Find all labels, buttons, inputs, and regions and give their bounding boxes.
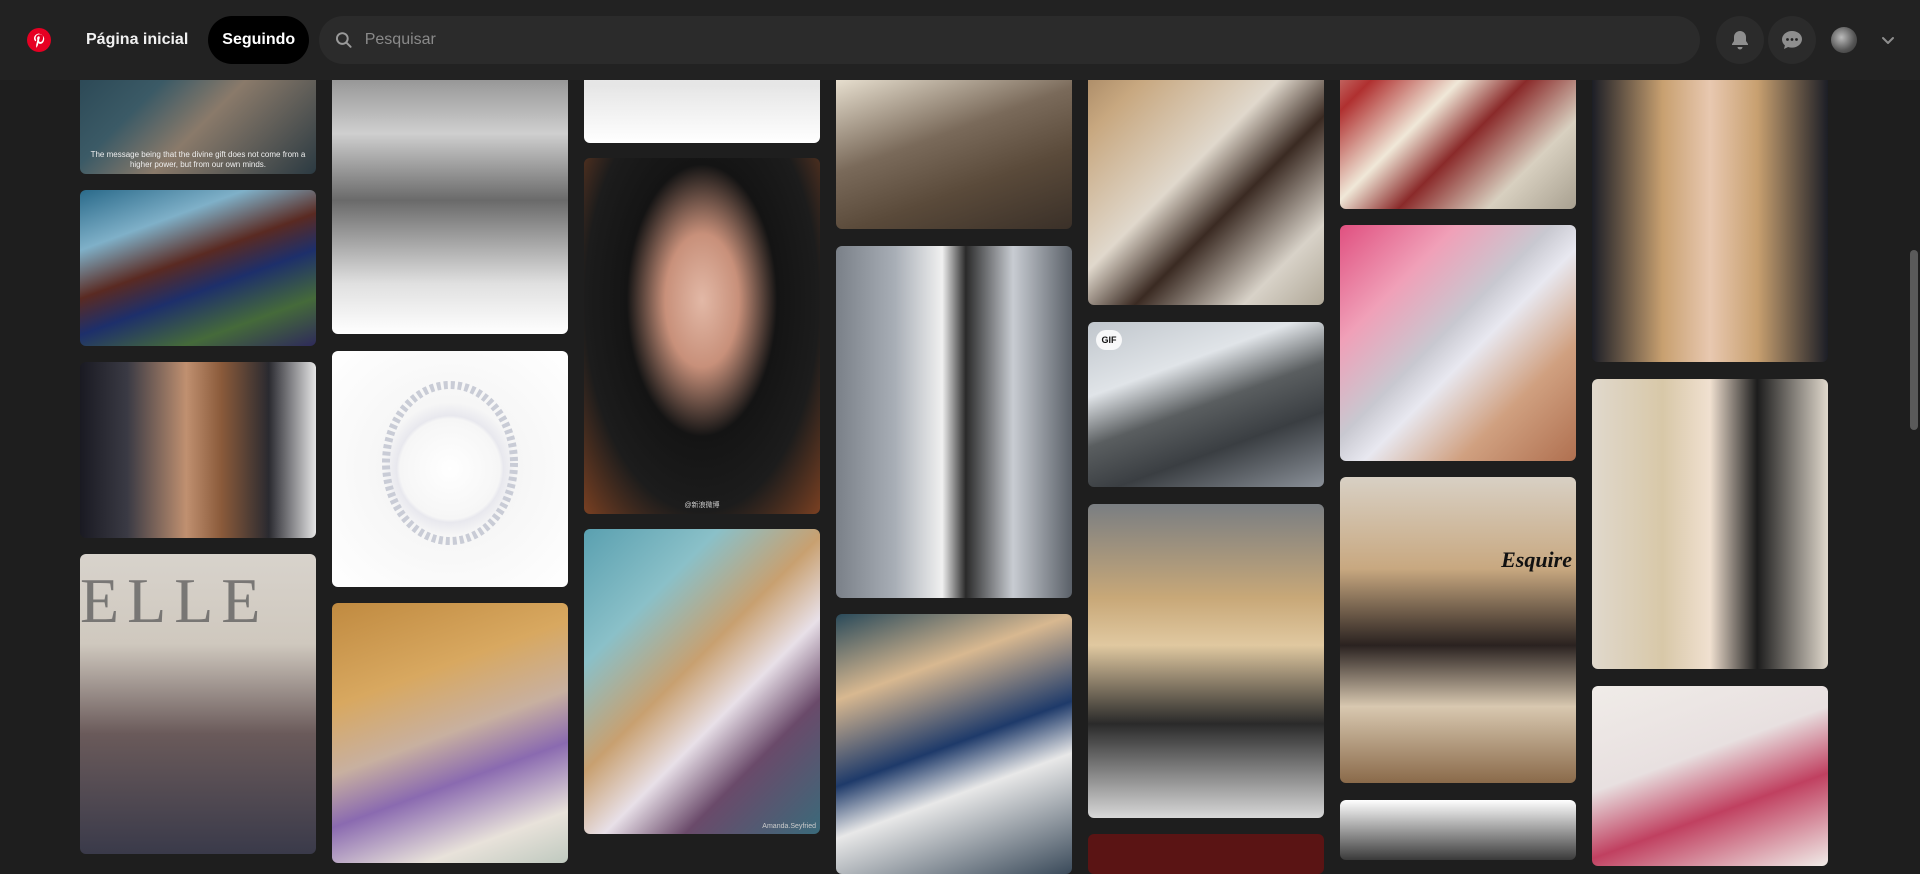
pin-card[interactable]: [1088, 504, 1324, 818]
top-navigation-bar: Página inicial Seguindo: [0, 0, 1920, 80]
pin-card[interactable]: Amanda.Seyfried: [584, 529, 820, 834]
chat-icon: [1782, 31, 1802, 49]
bell-icon: [1732, 31, 1748, 50]
esquire-logo-text: Esquire: [1501, 547, 1572, 572]
pin-card[interactable]: [80, 362, 316, 538]
pin-card[interactable]: [1088, 834, 1324, 874]
pin-watermark: Amanda.Seyfried: [762, 823, 816, 830]
pin-card[interactable]: [80, 190, 316, 346]
profile-button[interactable]: [1820, 16, 1868, 64]
pin-grid: The message being that the divine gift d…: [0, 0, 1920, 874]
pin-card[interactable]: [1340, 800, 1576, 860]
scrollbar-thumb[interactable]: [1910, 250, 1918, 430]
pinterest-logo-icon[interactable]: [24, 25, 54, 55]
pin-card[interactable]: [1592, 686, 1828, 866]
pin-card[interactable]: @新浪微博: [584, 158, 820, 514]
pin-card[interactable]: [1340, 225, 1576, 461]
pin-card[interactable]: Esquire: [1340, 477, 1576, 783]
pin-card[interactable]: [332, 351, 568, 587]
search-icon: [336, 32, 352, 48]
pin-card[interactable]: ELLE: [80, 554, 316, 854]
gif-badge: GIF: [1096, 330, 1122, 350]
search-input[interactable]: [362, 30, 1684, 50]
search-bar[interactable]: [319, 16, 1700, 64]
avatar: [1831, 27, 1857, 53]
nav-home-button[interactable]: Página inicial: [72, 16, 202, 64]
pin-card[interactable]: [1592, 379, 1828, 669]
notifications-button[interactable]: [1716, 16, 1764, 64]
page-scrollbar[interactable]: [1908, 80, 1920, 849]
nav-following-button[interactable]: Seguindo: [208, 16, 310, 64]
pin-caption: The message being that the divine gift d…: [90, 150, 306, 169]
elle-logo-text: ELLE: [80, 565, 269, 636]
messages-button[interactable]: [1768, 16, 1816, 64]
pin-watermark: @新浪微博: [684, 502, 720, 509]
account-menu-button[interactable]: [1872, 16, 1904, 64]
pin-card[interactable]: [332, 603, 568, 863]
necklace-illustration: [382, 381, 518, 545]
pin-card[interactable]: [836, 246, 1072, 598]
pin-card[interactable]: GIF: [1088, 322, 1324, 487]
pin-card[interactable]: [836, 614, 1072, 874]
chevron-down-icon: [1882, 37, 1894, 44]
